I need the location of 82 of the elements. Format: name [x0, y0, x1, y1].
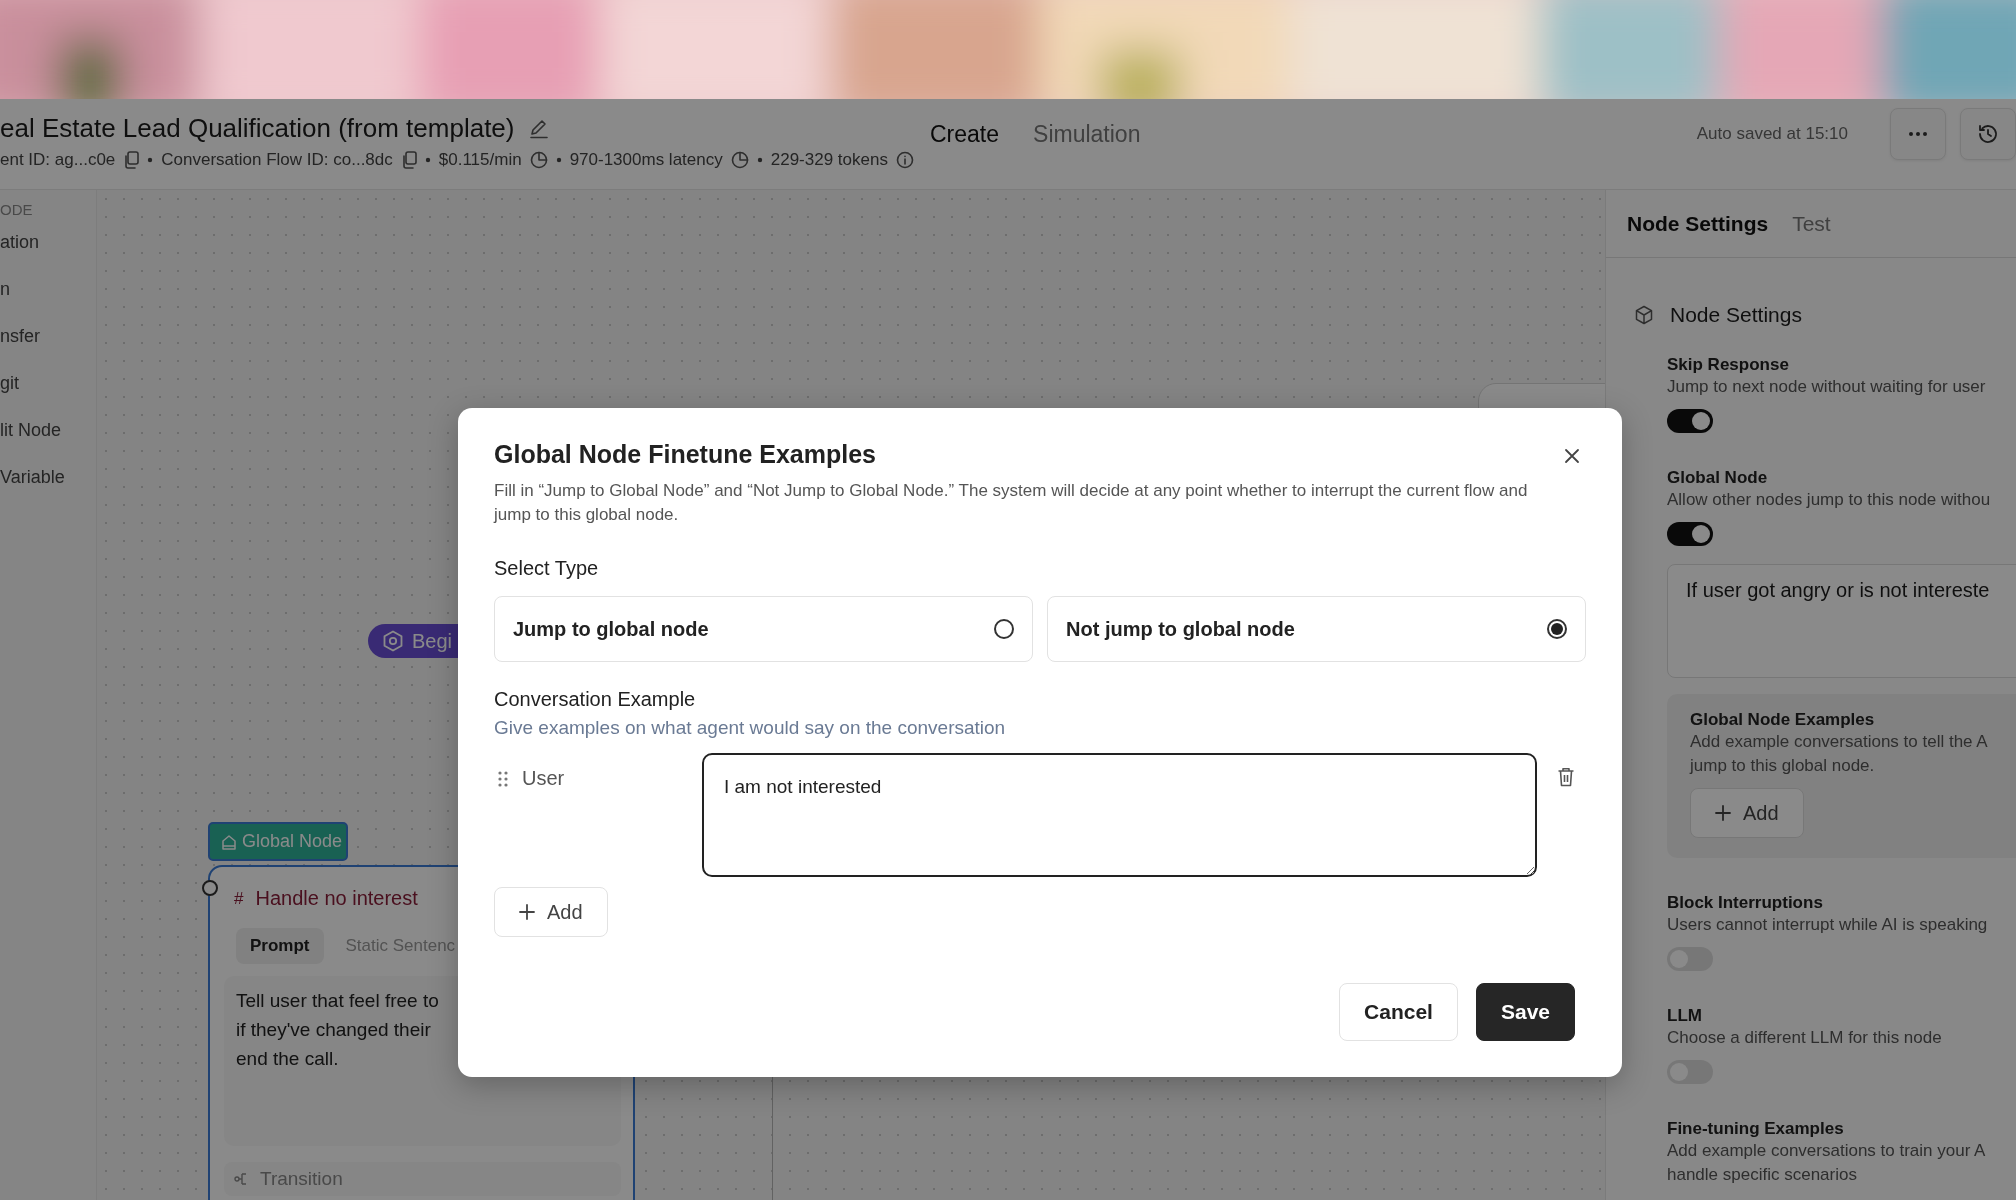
meta-text: $0.115/min	[438, 149, 522, 170]
radio-option[interactable]: Not jump to global node	[1047, 596, 1586, 662]
section-description: Give examples on what agent would say on the conversation	[494, 717, 1007, 739]
setting-description: Add example conversations to train your A	[1667, 1140, 1987, 1162]
sidebar-item[interactable]: Variable	[0, 465, 96, 512]
sidebar-heading: ODE	[0, 200, 34, 220]
separator-dot-icon	[424, 156, 431, 163]
cancel-button[interactable]: Cancel	[1339, 983, 1458, 1041]
setting-label: Block Interruptions	[1667, 893, 1824, 913]
role-label: User	[522, 767, 565, 790]
prompt-text: Tell user that feel free to	[236, 989, 440, 1013]
section-title: Node Settings	[1670, 303, 1802, 327]
plus-icon	[519, 904, 535, 920]
sidebar-item[interactable]: git	[0, 371, 96, 418]
separator-dot-icon	[756, 156, 763, 163]
meta-text: Conversation Flow ID: co...8dc	[161, 149, 393, 170]
setting-description: Jump to next node without waiting for user	[1667, 376, 1987, 398]
copy-icon[interactable]	[400, 150, 417, 169]
add-button[interactable]: Add	[1690, 788, 1804, 838]
close-icon	[1564, 448, 1580, 464]
save-button[interactable]: Save	[1475, 983, 1575, 1041]
history-button[interactable]	[1960, 108, 2016, 160]
radio-button[interactable]	[1547, 619, 1567, 639]
sidebar-item[interactable]: n	[0, 277, 96, 324]
sidebar-item[interactable]: lit Node	[0, 418, 96, 465]
info-icon	[895, 150, 914, 169]
cube-icon	[1634, 305, 1654, 325]
add-button[interactable]: Add	[494, 887, 608, 937]
setting-label: Skip Response	[1667, 355, 1790, 375]
setting-label: Global Node	[1667, 468, 1769, 488]
setting-description: Users cannot interrupt while AI is speaking	[1667, 914, 1989, 936]
setting-description: Choose a different LLM for this node	[1667, 1027, 1943, 1049]
header-tab[interactable]: Simulation	[1033, 120, 1141, 148]
panel-tab[interactable]: Test	[1792, 211, 1831, 236]
copy-icon[interactable]	[123, 150, 140, 169]
prompt-text: end the call.	[236, 1047, 340, 1071]
pie-chart-icon	[529, 150, 548, 169]
node-title: Handle no interest	[255, 887, 418, 910]
flow-title: eal Estate Lead Qualification (from template)	[0, 112, 515, 144]
pie-chart-icon	[730, 150, 749, 169]
history-icon	[1977, 123, 1999, 145]
hexagon-icon	[382, 630, 404, 652]
setting-description: handle specific scenarios	[1667, 1164, 1858, 1186]
setting-label: LLM	[1667, 1006, 1703, 1026]
node-tab[interactable]: Prompt	[236, 928, 324, 964]
prompt-text: if they've changed their	[236, 1018, 432, 1042]
toggle-switch[interactable]	[1667, 522, 1713, 546]
meta-text: ent ID: ag...c0e	[0, 149, 116, 170]
setting-label: Fine-tuning Examples	[1667, 1119, 1845, 1139]
field-label: Select Type	[494, 557, 600, 580]
meta-text: 970-1300ms latency	[569, 149, 723, 170]
dialog-title: Global Node Finetune Examples	[494, 440, 877, 469]
home-icon	[220, 832, 238, 851]
tag-label: Global Node	[242, 831, 343, 852]
dialog-description: Fill in “Jump to Global Node” and “Not Jump to Global Node.” The system will decide at any point whether to interrupt the current flow and jump to this global node.	[494, 480, 1529, 526]
transition-label: Transition	[260, 1168, 343, 1190]
card-title: Global Node Examples	[1690, 710, 1876, 730]
card-description: Add example conversations to tell the A	[1690, 731, 1989, 753]
header-tab[interactable]: Create	[930, 120, 1000, 148]
hash-mark: #	[234, 888, 244, 909]
section-heading: Conversation Example	[494, 688, 697, 711]
radio-option[interactable]: Jump to global node	[494, 596, 1033, 662]
connection-handle[interactable]	[202, 880, 218, 896]
trash-icon	[1557, 767, 1575, 787]
message-field[interactable]: I am not interested	[702, 753, 1537, 877]
autosave-status: Auto saved at 15:10	[1696, 124, 1848, 144]
sidebar-item[interactable]: nsfer	[0, 324, 96, 371]
more-icon	[1908, 131, 1928, 137]
separator-dot-icon	[147, 156, 154, 163]
condition-field[interactable]: If user got angry or is not intereste	[1667, 564, 2016, 678]
radio-button[interactable]	[994, 619, 1014, 639]
begin-label: Begi	[412, 629, 453, 653]
plus-icon	[1715, 805, 1731, 821]
meta-text: 229-329 tokens	[770, 149, 888, 170]
pencil-icon[interactable]	[528, 117, 551, 139]
drag-handle-icon[interactable]	[498, 770, 508, 787]
toggle-switch[interactable]	[1667, 409, 1713, 433]
separator-dot-icon	[555, 156, 562, 163]
panel-tab[interactable]: Node Settings	[1627, 211, 1769, 236]
card-description: jump to this global node.	[1690, 755, 1876, 777]
setting-description: Allow other nodes jump to this node withou	[1667, 489, 1992, 511]
sidebar-item[interactable]: ation	[0, 230, 96, 277]
